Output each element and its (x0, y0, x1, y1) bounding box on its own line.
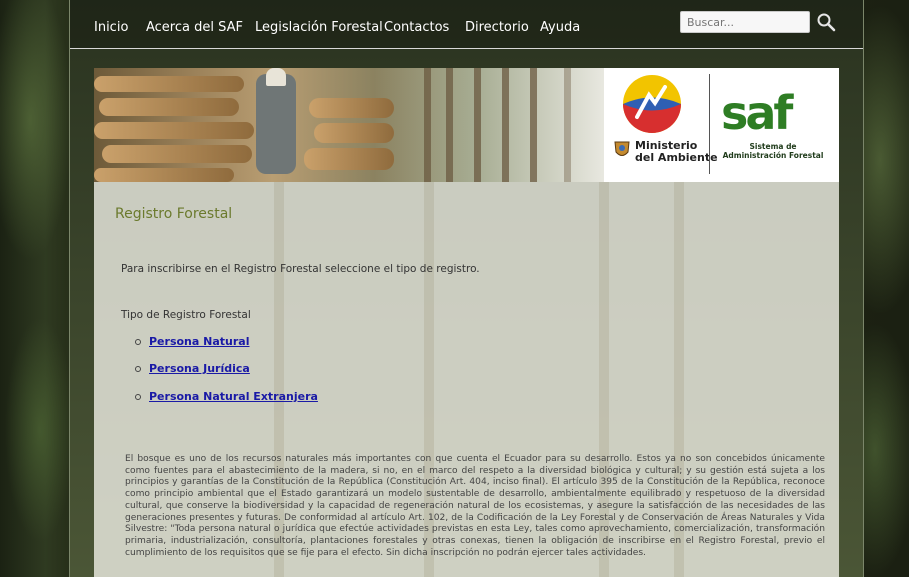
link-persona-natural-extranjera[interactable]: Persona Natural Extranjera (149, 390, 318, 403)
saf-subtitle-line-1: Sistema de (749, 142, 797, 151)
link-persona-juridica[interactable]: Persona Jurídica (149, 362, 250, 375)
list-item: Persona Jurídica (135, 362, 250, 375)
nav-directorio[interactable]: Directorio (465, 20, 529, 35)
logo-divider (709, 74, 710, 174)
banner-photo (94, 68, 604, 182)
saf-subtitle: Sistema de Administración Forestal (717, 142, 829, 160)
coat-of-arms-icon (614, 141, 630, 156)
bullet-icon (135, 394, 141, 400)
forest-info-paragraph: El bosque es uno de los recursos natural… (125, 454, 825, 558)
bullet-icon (135, 339, 141, 345)
nav-ayuda[interactable]: Ayuda (540, 20, 580, 35)
nav-acerca-del-saf[interactable]: Acerca del SAF (146, 20, 243, 35)
ministry-line-2: del Ambiente (635, 151, 718, 164)
main-content: Registro Forestal Para inscribirse en el… (94, 182, 839, 577)
nav-legislacion-forestal[interactable]: Legislación Forestal (255, 20, 383, 35)
list-item: Persona Natural (135, 335, 249, 348)
saf-subtitle-line-2: Administración Forestal (722, 151, 824, 160)
search-input[interactable] (680, 11, 810, 33)
top-navigation: Inicio Acerca del SAF Legislación Forest… (70, 0, 863, 49)
page-title: Registro Forestal (115, 206, 233, 222)
header-banner: Ministerio del Ambiente saf Sistema de A… (94, 68, 839, 182)
ministry-name: Ministerio del Ambiente (635, 140, 718, 164)
worker-figure (256, 74, 296, 174)
search-icon[interactable] (816, 12, 836, 32)
saf-logo: saf (721, 86, 793, 140)
nav-contactos[interactable]: Contactos (384, 20, 449, 35)
registry-type-heading: Tipo de Registro Forestal (121, 309, 251, 321)
page-container: Inicio Acerca del SAF Legislación Forest… (69, 0, 864, 577)
list-item: Persona Natural Extranjera (135, 390, 318, 403)
ecuador-logo-icon (623, 75, 681, 133)
link-persona-natural[interactable]: Persona Natural (149, 335, 249, 348)
logos-area: Ministerio del Ambiente saf Sistema de A… (609, 68, 839, 182)
bullet-icon (135, 366, 141, 372)
nav-inicio[interactable]: Inicio (94, 20, 128, 35)
intro-text: Para inscribirse en el Registro Forestal… (121, 263, 480, 275)
worker-hat (266, 68, 286, 86)
